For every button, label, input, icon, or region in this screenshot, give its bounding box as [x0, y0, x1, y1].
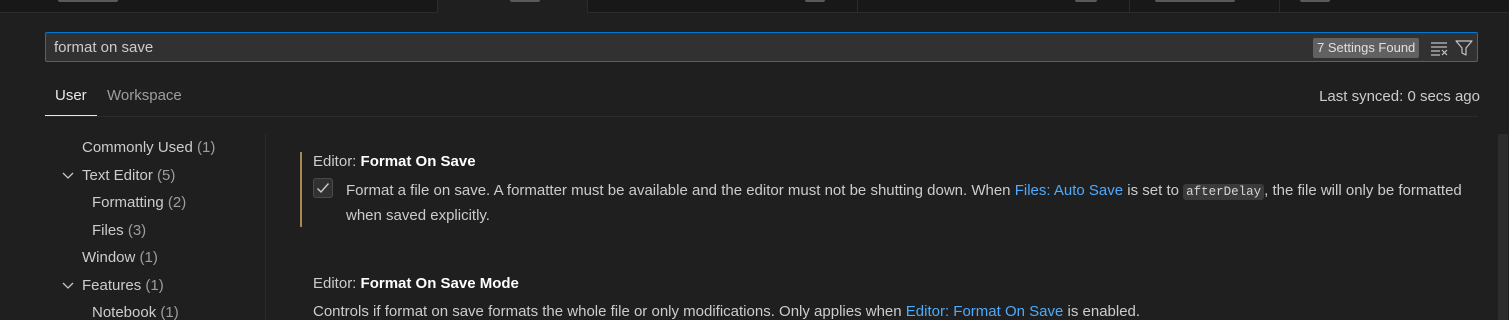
setting-description: Format a file on save. A formatter must …: [346, 179, 1466, 227]
toc-item-formatting[interactable]: Formatting (2): [92, 191, 186, 215]
tab-workspace-label: Workspace: [107, 87, 182, 104]
toc-item-label: Commonly Used: [82, 139, 193, 156]
tab-label-cutoff: [1300, 0, 1330, 2]
code-snippet: afterDelay: [1183, 184, 1265, 200]
toc-item-count: (3): [127, 222, 147, 239]
chevron-down-icon[interactable]: [61, 279, 75, 293]
toc-item-label: Formatting: [92, 194, 164, 211]
setting-title: Editor: Format On Save: [313, 152, 476, 172]
vertical-scrollbar[interactable]: [1497, 134, 1509, 320]
results-count-badge: 7 Settings Found: [1313, 38, 1420, 58]
tab-separator: [1129, 0, 1130, 12]
toc-item-label: Features: [82, 277, 142, 294]
check-icon: [317, 183, 330, 194]
toc-item-commonly-used[interactable]: Commonly Used (1): [82, 136, 215, 160]
toc-item-notebook[interactable]: Notebook (1): [92, 301, 179, 320]
header-divider: [45, 116, 1478, 117]
toc-item-features[interactable]: Features (1): [82, 274, 164, 298]
tab-label-cutoff: [510, 0, 540, 2]
scrollbar-thumb[interactable]: [1498, 134, 1508, 320]
setting-format-on-save: Editor: Format On Save Format a file on …: [300, 152, 1470, 228]
modified-indicator: [300, 152, 302, 227]
desc-text: Format a file on save. A formatter must …: [346, 182, 1015, 199]
toc-item-label: Window: [82, 249, 136, 266]
setting-category: Editor:: [313, 153, 361, 170]
desc-text: is set to: [1123, 182, 1184, 199]
sync-status: Last synced: 0 secs ago: [1319, 88, 1480, 105]
tab-separator: [857, 0, 858, 12]
setting-title: Editor: Format On Save Mode: [313, 274, 519, 294]
desc-text: is enabled.: [1063, 303, 1141, 320]
setting-format-on-save-mode: Editor: Format On Save Mode Controls if …: [300, 274, 1470, 320]
settings-editor: 7 Settings Found User Workspace Last syn…: [0, 0, 1509, 320]
toc-item-label: Files: [92, 222, 124, 239]
setting-category: Editor:: [313, 275, 361, 292]
search-input[interactable]: [54, 33, 1294, 61]
toc-item-text-editor[interactable]: Text Editor (5): [82, 164, 175, 188]
tab-user[interactable]: User: [45, 80, 97, 116]
filter-icon[interactable]: [1454, 38, 1474, 58]
tab-user-label: User: [55, 87, 87, 104]
editor-tab-strip: [0, 0, 1509, 13]
tab-label-cutoff: [1075, 0, 1097, 2]
toc-item-files[interactable]: Files (3): [92, 219, 146, 243]
tab-label-cutoff: [1155, 0, 1235, 2]
toc-item-count: (5): [157, 167, 176, 184]
setting-name: Format On Save Mode: [360, 275, 519, 292]
chevron-down-icon[interactable]: [61, 169, 75, 183]
toc-divider: [265, 134, 266, 320]
setting-description: Controls if format on save formats the w…: [313, 300, 1463, 320]
settings-toc: Commonly Used (1) Text Editor (5) Format…: [45, 134, 265, 320]
settings-search-box[interactable]: 7 Settings Found: [45, 32, 1478, 62]
files-auto-save-link[interactable]: Files: Auto Save: [1015, 182, 1123, 199]
toc-item-count: (1): [145, 277, 164, 294]
toc-item-count: (1): [139, 249, 158, 266]
setting-name: Format On Save: [360, 153, 476, 170]
desc-text: Controls if format on save formats the w…: [313, 303, 906, 320]
toc-item-count: (2): [167, 194, 187, 211]
clear-filter-icon[interactable]: [1429, 38, 1449, 58]
toc-item-window[interactable]: Window (1): [82, 246, 158, 270]
tab-workspace[interactable]: Workspace: [107, 80, 182, 116]
toc-item-count: (1): [160, 304, 179, 320]
editor-format-on-save-link[interactable]: Editor: Format On Save: [906, 303, 1064, 320]
toc-item-label: Notebook: [92, 304, 157, 320]
tab-label-cutoff: [58, 0, 118, 2]
format-on-save-checkbox[interactable]: [313, 178, 333, 198]
tab-separator: [1279, 0, 1280, 12]
toc-item-label: Text Editor: [82, 167, 153, 184]
tab-label-cutoff: [805, 0, 825, 2]
toc-item-count: (1): [197, 139, 216, 156]
